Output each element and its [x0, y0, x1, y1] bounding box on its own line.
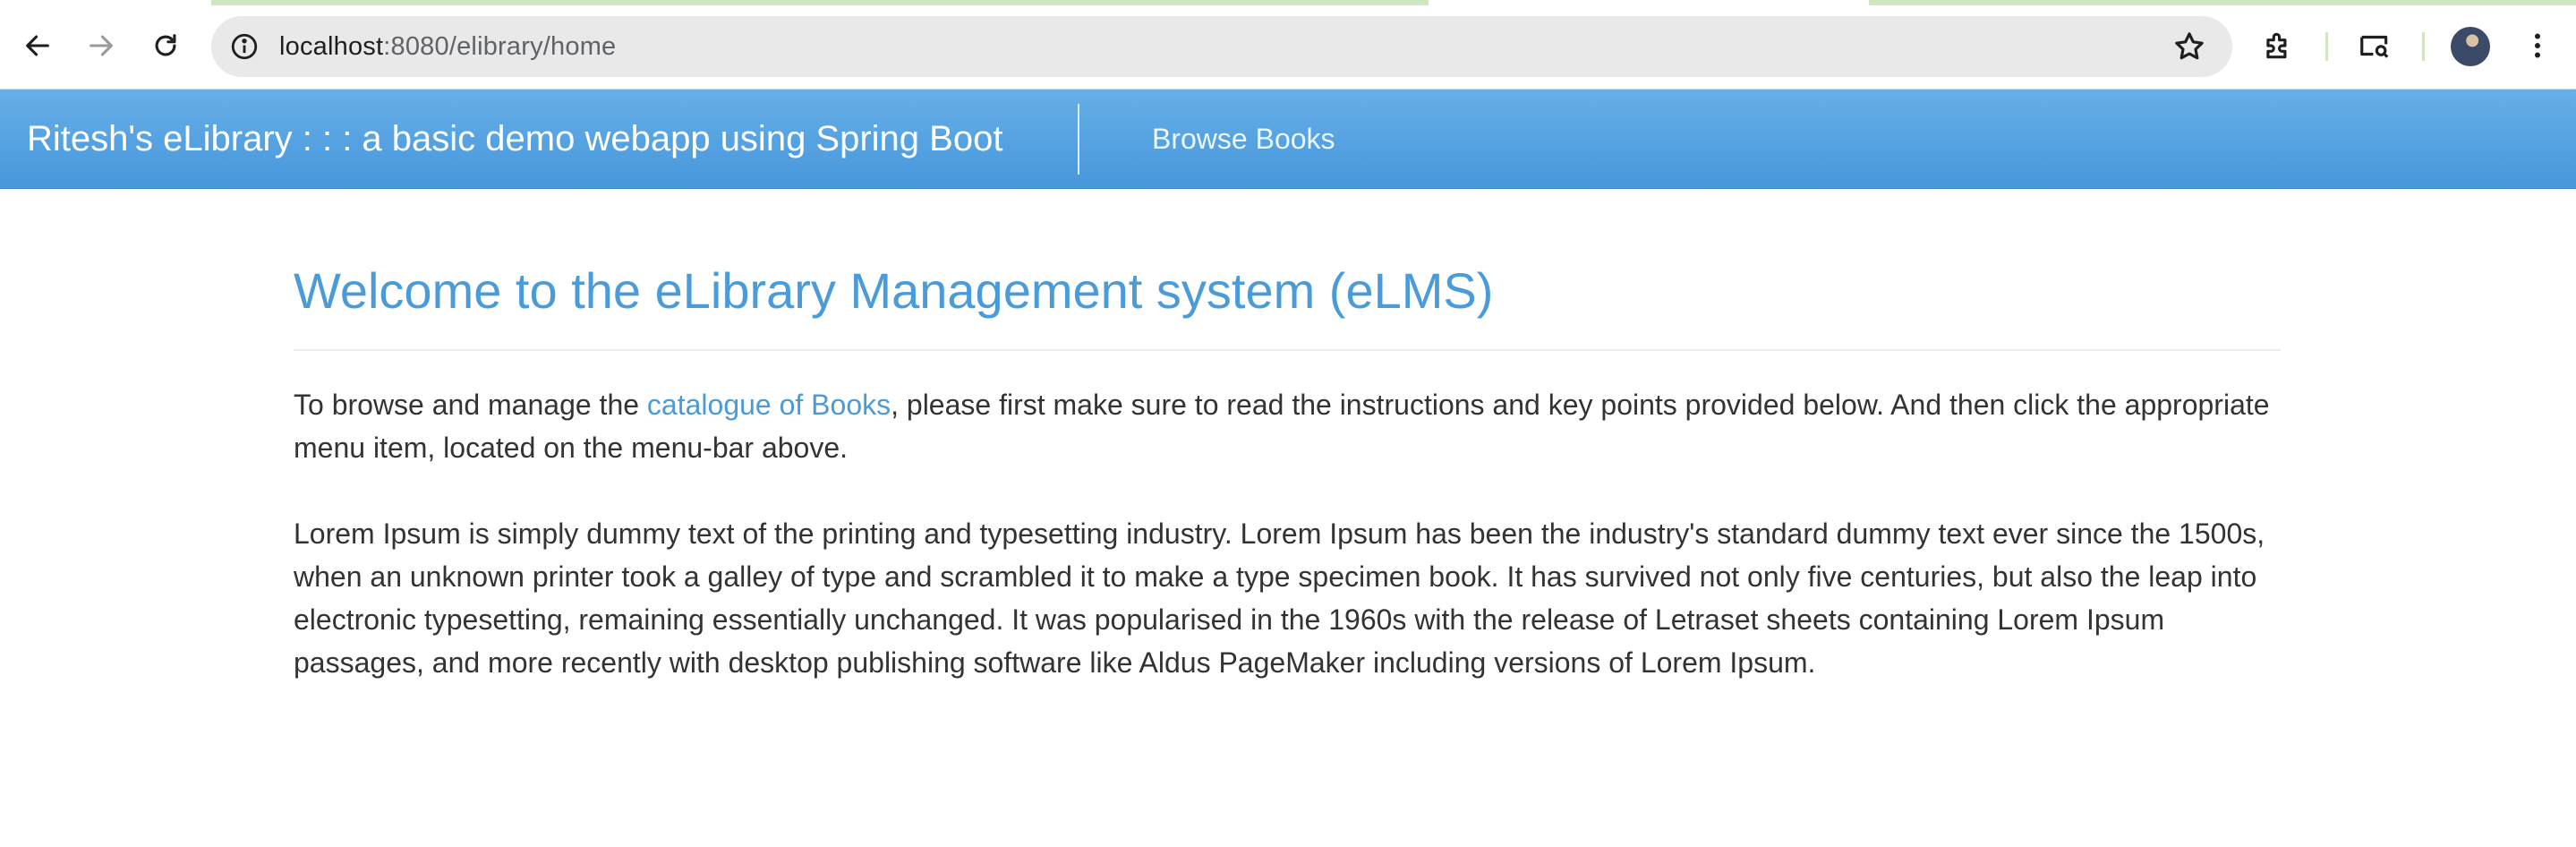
toolbar-divider	[2422, 32, 2425, 61]
page-title: Welcome to the eLibrary Management syste…	[294, 262, 1494, 319]
url-host: localhost	[279, 31, 384, 61]
brand-title[interactable]: Ritesh's eLibrary : : : a basic demo web…	[27, 90, 1002, 189]
intro-text-before: To browse and manage the	[294, 389, 647, 422]
app-navbar: Ritesh's eLibrary : : : a basic demo web…	[0, 90, 2576, 189]
avatar[interactable]	[2451, 27, 2490, 66]
intro-paragraph: To browse and manage the catalogue of Bo…	[294, 383, 2281, 469]
browser-toolbar: localhost:8080/elibrary/home	[0, 0, 2576, 90]
arrow-left-icon	[26, 35, 49, 56]
navbar-divider	[1078, 104, 1079, 175]
tab-strip-highlight	[211, 0, 1429, 5]
arrow-right-icon	[90, 35, 113, 56]
cast-search-icon[interactable]	[2354, 25, 2395, 66]
address-bar[interactable]: localhost:8080/elibrary/home	[211, 16, 2232, 77]
main-content: Welcome to the eLibrary Management syste…	[294, 189, 2281, 684]
reload-button[interactable]	[143, 23, 188, 68]
lorem-paragraph: Lorem Ipsum is simply dummy text of the …	[294, 518, 2265, 680]
puzzle-icon[interactable]	[2257, 25, 2299, 66]
title-divider	[294, 349, 2281, 352]
reload-icon	[155, 34, 176, 56]
star-icon[interactable]	[2171, 29, 2207, 64]
toolbar-divider	[2325, 32, 2328, 61]
nav-link-browse-books[interactable]: Browse Books	[1152, 90, 1335, 189]
catalogue-link[interactable]: catalogue of Books	[647, 389, 891, 421]
url-path: :8080/elibrary/home	[383, 31, 617, 61]
info-icon[interactable]	[227, 30, 261, 64]
url-text[interactable]: localhost:8080/elibrary/home	[279, 32, 616, 62]
back-button[interactable]	[15, 23, 60, 68]
kebab-menu-icon[interactable]	[2517, 25, 2558, 66]
forward-button[interactable]	[79, 23, 124, 68]
tab-strip-highlight	[1869, 0, 2576, 5]
